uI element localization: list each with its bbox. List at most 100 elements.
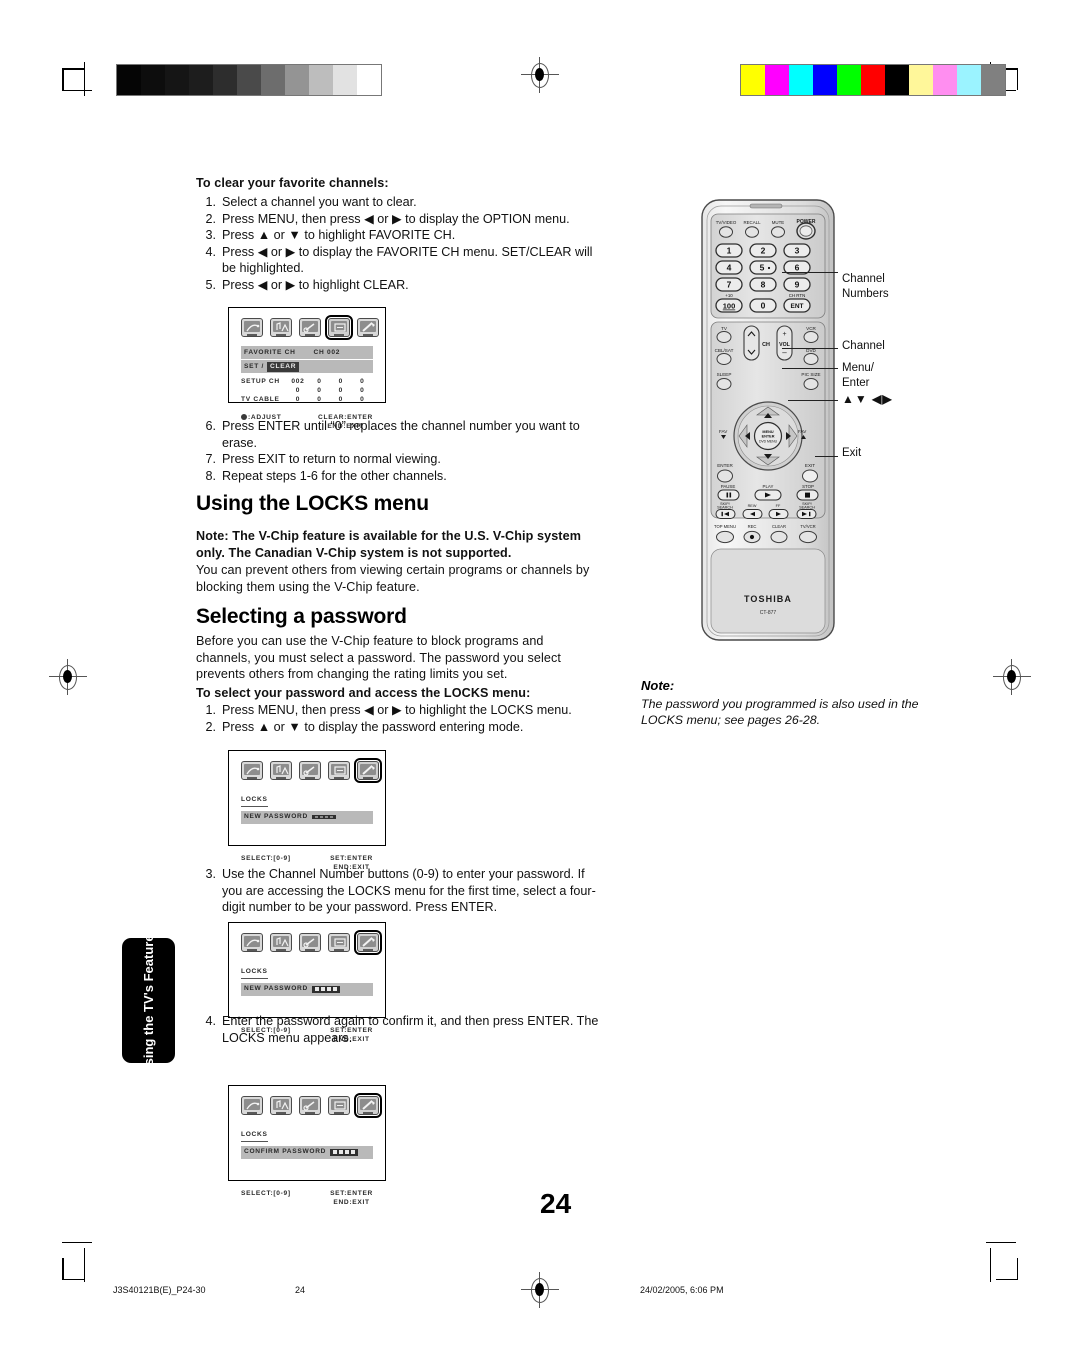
osd-grid-cell: 0: [295, 396, 301, 403]
picture-settings-icon: [241, 933, 263, 952]
osd-grid-cell: 0: [360, 387, 365, 394]
password-field[interactable]: [330, 1148, 359, 1156]
osd-field-label: NEW PASSWORD: [244, 813, 308, 820]
svg-text:PIC SIZE: PIC SIZE: [801, 372, 820, 377]
clear-favorites-heading: To clear your favorite channels:: [196, 176, 389, 190]
callout-menu-enter: Menu/ Enter: [842, 362, 874, 389]
svg-text:ENT: ENT: [791, 303, 804, 310]
osd-title-left: FAVORITE CH: [244, 348, 296, 356]
option-menu-icon: [328, 1096, 350, 1115]
osd-grid-cell: 0: [360, 396, 365, 403]
list-item: 2. Press MENU, then press ◀ or ▶ to displ…: [205, 211, 570, 226]
selecting-password-step3: 3. Use the Channel Number buttons (0-9) t…: [196, 866, 608, 916]
audio-settings-icon: [270, 933, 292, 952]
osd-footer: SELECT:[0-9] SET:ENTER END:EXIT: [241, 1189, 373, 1207]
svg-text:FAV: FAV: [719, 429, 728, 434]
crop-rule-bottom-right: [990, 1248, 992, 1282]
svg-text:9: 9: [795, 280, 800, 290]
osd-grid-cell: 0: [338, 387, 344, 394]
svg-text:REC: REC: [748, 524, 757, 529]
selecting-password-heading: Selecting a password: [196, 605, 407, 628]
svg-text:STOP: STOP: [802, 484, 814, 489]
callout-arrows: ▲▼ ◀▶: [842, 392, 893, 406]
osd-new-password-row: NEW PASSWORD: [241, 982, 373, 996]
list-item: 3. Use the Channel Number buttons (0-9) t…: [205, 867, 596, 915]
osd-set-label: SET /: [244, 362, 264, 370]
v-chip-body: You can prevent others from viewing cert…: [196, 563, 590, 594]
osd-locks-title: LOCKS: [241, 1130, 268, 1142]
osd-new-password-body: LOCKS NEW PASSWORD SELECT:[0-9] SET:ENTE…: [229, 780, 385, 872]
registration-target-top: [521, 57, 559, 93]
leader-line-exit: [815, 456, 838, 457]
crop-rule-bottom-left: [84, 1248, 86, 1282]
osd-grid-cell: 0: [317, 378, 322, 385]
osd-grid-cell: 002: [291, 378, 305, 385]
osd-footer-right: SET:ENTER END:EXIT: [330, 1189, 373, 1206]
svg-text:0: 0: [761, 301, 766, 311]
registration-target-right: [993, 659, 1031, 695]
svg-text:VCR: VCR: [806, 326, 816, 331]
svg-text:CH RTN: CH RTN: [789, 293, 806, 298]
crop-mark-top-left: [62, 68, 84, 90]
svg-text:CH: CH: [762, 342, 770, 348]
svg-text:CLEAR: CLEAR: [772, 524, 786, 529]
svg-text:3: 3: [795, 246, 800, 256]
svg-text:ENTER: ENTER: [717, 463, 733, 468]
registration-target-left: [49, 659, 87, 695]
v-chip-note: Note: The V-Chip feature is available fo…: [196, 529, 581, 560]
callout-channel: Channel: [842, 340, 885, 352]
page-number: 24: [540, 1188, 572, 1219]
osd-new-password-empty-screen: LOCKS NEW PASSWORD SELECT:[0-9] SET:ENTE…: [228, 750, 386, 871]
password-field[interactable]: [311, 985, 340, 993]
osd-confirm-password-row: CONFIRM PASSWORD: [241, 1145, 373, 1159]
option-menu-icon: [328, 761, 350, 780]
setup-wrench-icon: [299, 318, 321, 337]
svg-text:FAV: FAV: [798, 429, 807, 434]
osd-field-label: NEW PASSWORD: [244, 985, 308, 992]
osd-icon-row: [229, 751, 385, 784]
locks-menu-icon: [357, 318, 379, 337]
osd-field-label: CONFIRM PASSWORD: [244, 1148, 327, 1155]
svg-text:4: 4: [727, 263, 732, 273]
callout-channel-numbers: Channel Numbers: [842, 273, 889, 300]
registration-target-bottom: [521, 1272, 559, 1308]
note-heading: Note:: [641, 678, 675, 693]
osd-grid-cell: 0: [338, 378, 344, 385]
remote-control-svg: TV/VIDEO RECALL MUTE POWER 1 2 3 4 5 6 7…: [701, 199, 835, 641]
svg-text:PLAY: PLAY: [763, 484, 774, 489]
option-menu-icon: [328, 933, 350, 952]
list-item: 5. Press ◀ or ▶ to highlight CLEAR.: [205, 277, 409, 292]
selecting-password-body: Before you can use the V-Chip feature to…: [196, 634, 561, 682]
osd-clear-highlight: CLEAR: [267, 361, 300, 372]
svg-text:SLEEP: SLEEP: [717, 372, 732, 377]
svg-text:TV/VIDEO: TV/VIDEO: [716, 220, 737, 225]
svg-text:TV/VCR: TV/VCR: [800, 524, 815, 529]
osd-grid-cell: 0: [338, 396, 344, 403]
clear-favorites-steps-after: 6. Press ENTER until “0” replaces the cha…: [196, 418, 606, 484]
osd-grid-cell: 0: [317, 396, 322, 403]
leader-line-menu-enter: [782, 368, 838, 369]
osd-grid-cell: 0: [317, 387, 322, 394]
svg-text:1: 1: [727, 246, 732, 256]
setup-wrench-icon: [299, 933, 321, 952]
crop-rule-bottom-left-2: [62, 1242, 92, 1244]
svg-text:TOSHIBA: TOSHIBA: [744, 594, 792, 604]
option-menu-icon: [324, 314, 354, 341]
osd-favorite-ch-screen: FAVORITE CH CH 002 SET / CLEAR SETUP CH …: [228, 307, 386, 430]
osd-locks-title: LOCKS: [241, 967, 268, 979]
selecting-password-step4: 4. Enter the password again to confirm it…: [196, 1013, 608, 1046]
osd-set-clear-row: SET / CLEAR: [241, 360, 373, 373]
audio-settings-icon: [270, 761, 292, 780]
osd-grid-label: [241, 386, 287, 395]
osd-icon-row: [229, 923, 385, 956]
callout-exit: Exit: [842, 447, 862, 459]
password-field[interactable]: [311, 814, 336, 820]
selecting-password-steps: 1. Press MENU, then press ◀ or ▶ to highl…: [196, 702, 606, 735]
leader-line-channel: [782, 348, 838, 349]
svg-text:6: 6: [795, 263, 800, 273]
svg-text:MUTE: MUTE: [772, 220, 785, 225]
svg-text:TV: TV: [721, 326, 728, 331]
list-item: 8. Repeat steps 1-6 for the other channel…: [205, 468, 447, 483]
locks-menu-heading: Using the LOCKS menu: [196, 492, 429, 515]
svg-text:ENTER: ENTER: [762, 435, 775, 439]
